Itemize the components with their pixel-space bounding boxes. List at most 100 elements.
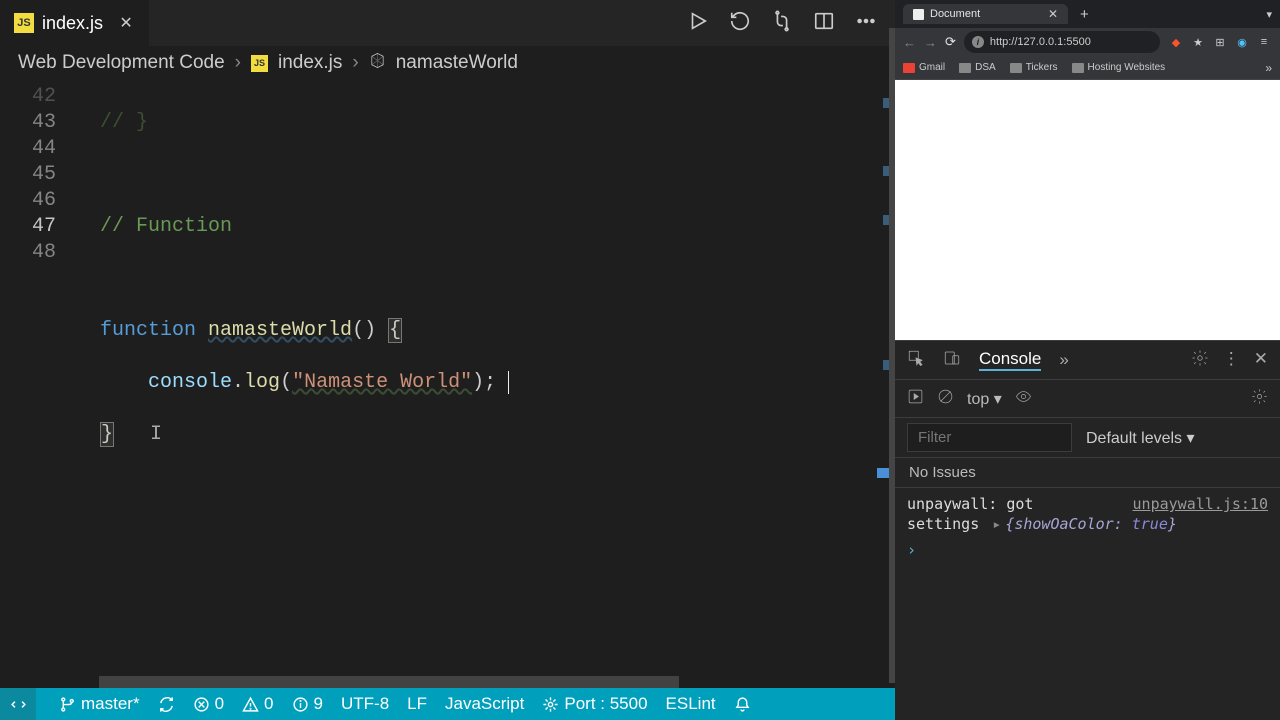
status-linter[interactable]: ESLint xyxy=(666,694,716,714)
text-cursor xyxy=(496,371,509,394)
status-port[interactable]: Port : 5500 xyxy=(542,694,647,714)
sync-icon[interactable] xyxy=(158,696,175,713)
log-levels-dropdown[interactable]: Default levels ▾ xyxy=(1086,428,1195,448)
status-warnings[interactable]: 0 xyxy=(242,694,273,714)
symbol-function-icon xyxy=(369,52,386,75)
browser-window: Document ✕ + ▾ ← → ⟳ i http://127.0.0.1:… xyxy=(895,0,1280,720)
tab-filename: index.js xyxy=(42,13,103,34)
tab-console[interactable]: Console xyxy=(979,349,1041,371)
extension-icon[interactable]: ★ xyxy=(1190,34,1206,50)
console-filter-input[interactable] xyxy=(907,423,1072,452)
devtools-panel: Console » ⋮ ✕ top ▾ Default levels ▾ No … xyxy=(895,340,1280,720)
breadcrumb-file[interactable]: index.js xyxy=(278,52,342,74)
forward-button[interactable]: → xyxy=(924,35,937,50)
breadcrumb[interactable]: Web Development Code › JS index.js › nam… xyxy=(0,46,895,80)
log-message: unpaywall: got xyxy=(907,495,1033,513)
browser-tab[interactable]: Document ✕ xyxy=(903,4,1068,24)
tok-function-name: namasteWorld xyxy=(208,319,352,342)
folder-icon xyxy=(1010,63,1022,73)
tok-string: "Namaste World" xyxy=(292,371,472,394)
console-prompt[interactable]: › xyxy=(907,534,1268,560)
tab-actions xyxy=(687,0,895,46)
extension-icons: ◆ ★ ⊞ ◉ ≡ xyxy=(1168,34,1272,50)
close-tab-icon[interactable]: ✕ xyxy=(117,13,135,33)
tok-brace: } xyxy=(100,422,114,447)
element-picker-icon[interactable] xyxy=(907,349,925,372)
bookmarks-overflow-icon[interactable]: » xyxy=(1265,61,1272,75)
brave-shield-icon[interactable]: ◆ xyxy=(1168,34,1184,50)
status-info[interactable]: 9 xyxy=(292,694,323,714)
status-errors[interactable]: 0 xyxy=(193,694,224,714)
close-devtools-icon[interactable]: ✕ xyxy=(1254,349,1268,372)
run-icon[interactable] xyxy=(687,10,709,37)
extension-icon[interactable]: ◉ xyxy=(1234,34,1250,50)
folder-icon xyxy=(1072,63,1084,73)
kebab-menu-icon[interactable]: ⋮ xyxy=(1223,349,1240,372)
browser-toolbar: ← → ⟳ i http://127.0.0.1:5500 ◆ ★ ⊞ ◉ ≡ xyxy=(895,28,1280,56)
bookmarks-bar: Gmail DSA Tickers Hosting Websites » xyxy=(895,56,1280,80)
address-bar[interactable]: i http://127.0.0.1:5500 xyxy=(964,31,1160,53)
split-handle[interactable] xyxy=(889,28,895,683)
device-toggle-icon[interactable] xyxy=(943,349,961,372)
chevron-right-icon: › xyxy=(352,52,358,74)
console-filter-row: Default levels ▾ xyxy=(895,418,1280,458)
bookmark-dsa[interactable]: DSA xyxy=(959,62,996,73)
site-info-icon[interactable]: i xyxy=(972,36,984,48)
settings-icon[interactable] xyxy=(1191,349,1209,372)
clear-console-icon[interactable] xyxy=(937,388,954,410)
back-button[interactable]: ← xyxy=(903,35,916,50)
notifications-icon[interactable] xyxy=(734,696,751,713)
status-bar: master* 0 0 9 UTF-8 LF JavaScript Port :… xyxy=(0,688,895,720)
url-text: http://127.0.0.1:5500 xyxy=(990,36,1091,48)
split-editor-icon[interactable] xyxy=(813,10,835,37)
tok-keyword: function xyxy=(100,319,196,342)
status-eol[interactable]: LF xyxy=(407,694,427,714)
bookmark-gmail[interactable]: Gmail xyxy=(903,62,945,73)
tab-title: Document xyxy=(930,8,980,20)
horizontal-scrollbar[interactable] xyxy=(99,676,679,688)
line-gutter: 42 43 44 45 46 47 48 xyxy=(0,80,80,688)
tok-object: console xyxy=(148,371,232,394)
page-viewport[interactable] xyxy=(895,80,1280,340)
folder-icon xyxy=(959,63,971,73)
bookmark-tickers[interactable]: Tickers xyxy=(1010,62,1058,73)
git-branch[interactable]: master* xyxy=(59,694,140,714)
editor-tab-bar: JS index.js ✕ xyxy=(0,0,895,46)
menu-icon[interactable]: ≡ xyxy=(1256,34,1272,50)
status-encoding[interactable]: UTF-8 xyxy=(341,694,389,714)
issues-row[interactable]: No Issues xyxy=(895,458,1280,488)
extensions-puzzle-icon[interactable]: ⊞ xyxy=(1212,34,1228,50)
new-tab-button[interactable]: + xyxy=(1074,6,1095,23)
js-file-icon: JS xyxy=(251,55,268,72)
chevron-right-icon: › xyxy=(235,52,241,74)
status-language[interactable]: JavaScript xyxy=(445,694,524,714)
vscode-editor: JS index.js ✕ Web Development Code › JS … xyxy=(0,0,895,720)
console-play-icon[interactable] xyxy=(907,388,924,410)
log-source-link[interactable]: unpaywall.js:10 xyxy=(1133,494,1268,514)
code-comment: // } xyxy=(100,111,148,134)
expand-object-icon[interactable]: ▸ xyxy=(988,515,1005,533)
gmail-icon xyxy=(903,63,915,73)
undo-icon[interactable] xyxy=(729,10,751,37)
eye-icon[interactable] xyxy=(1015,388,1032,410)
code-area[interactable]: 42 43 44 45 46 47 48 // } // Function fu… xyxy=(0,80,895,688)
browser-tab-strip: Document ✕ + ▾ xyxy=(895,0,1280,28)
remote-indicator[interactable] xyxy=(0,688,36,720)
close-tab-icon[interactable]: ✕ xyxy=(1048,7,1058,21)
breadcrumb-symbol[interactable]: namasteWorld xyxy=(396,52,518,74)
context-selector[interactable]: top ▾ xyxy=(967,389,1002,409)
breadcrumb-project[interactable]: Web Development Code xyxy=(18,52,225,74)
code-text[interactable]: // } // Function function namasteWorld()… xyxy=(80,80,895,688)
more-tabs-icon[interactable]: » xyxy=(1059,350,1068,370)
tab-dropdown-icon[interactable]: ▾ xyxy=(1266,8,1272,21)
compare-icon[interactable] xyxy=(771,10,793,37)
reload-button[interactable]: ⟳ xyxy=(945,34,956,50)
bookmark-hosting[interactable]: Hosting Websites xyxy=(1072,62,1166,73)
devtools-tabs: Console » ⋮ ✕ xyxy=(895,340,1280,380)
console-settings-icon[interactable] xyxy=(1251,388,1268,410)
tok-method: log xyxy=(244,371,280,394)
editor-tab[interactable]: JS index.js ✕ xyxy=(0,0,149,46)
more-actions-icon[interactable] xyxy=(855,10,877,37)
console-output[interactable]: unpaywall: got unpaywall.js:10 settings … xyxy=(895,488,1280,720)
log-message: settings xyxy=(907,515,979,533)
